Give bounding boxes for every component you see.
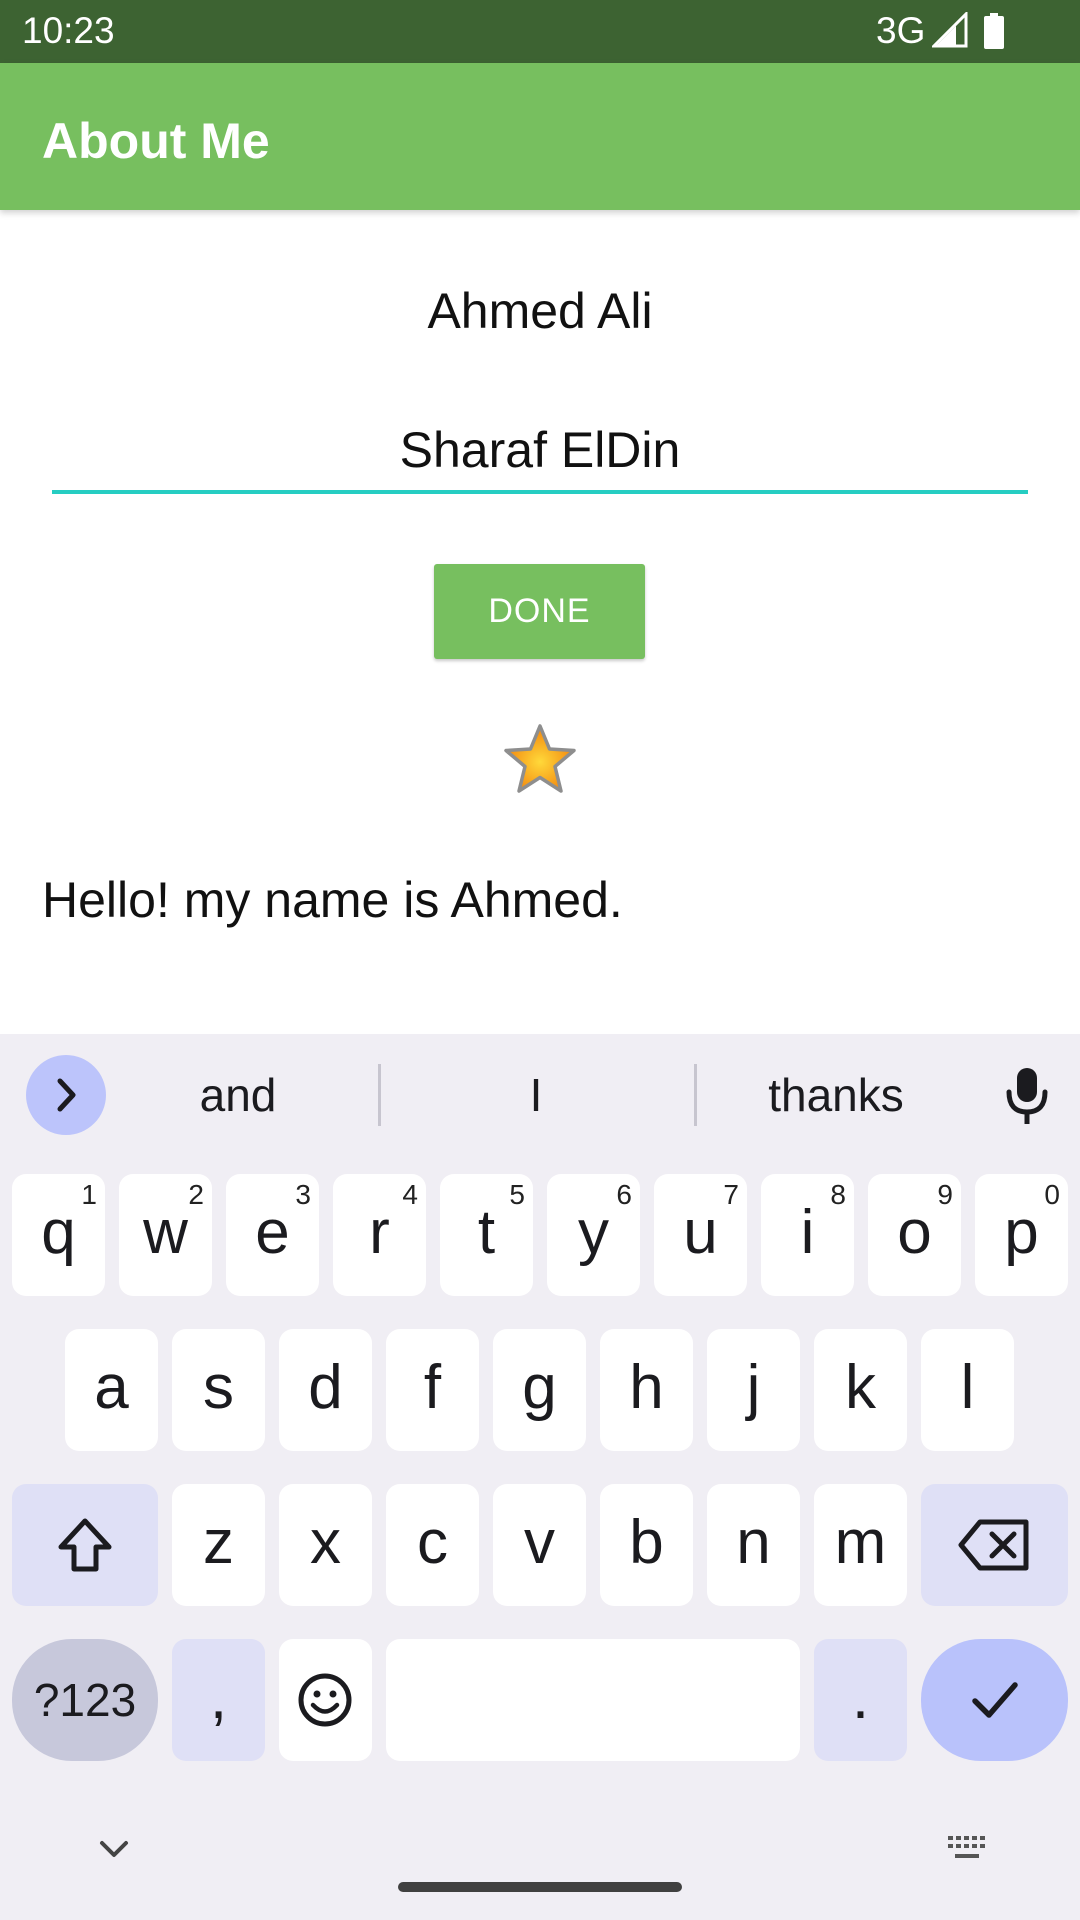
backspace-key[interactable] — [921, 1484, 1068, 1606]
key-n[interactable]: n — [707, 1484, 800, 1606]
key-d[interactable]: d — [279, 1329, 372, 1451]
key-g[interactable]: g — [493, 1329, 586, 1451]
key-q[interactable]: q1 — [12, 1174, 105, 1296]
star-icon — [504, 724, 576, 793]
key-s[interactable]: s — [172, 1329, 265, 1451]
key-e[interactable]: e3 — [226, 1174, 319, 1296]
emoji-key[interactable] — [279, 1639, 372, 1761]
key-l[interactable]: l — [921, 1329, 1014, 1451]
suggestion-3[interactable]: thanks — [712, 1064, 960, 1126]
key-b[interactable]: b — [600, 1484, 693, 1606]
battery-icon — [984, 13, 1004, 49]
key-f[interactable]: f — [386, 1329, 479, 1451]
key-j[interactable]: j — [707, 1329, 800, 1451]
shift-key[interactable] — [12, 1484, 158, 1606]
key-c[interactable]: c — [386, 1484, 479, 1606]
name-text: Ahmed Ali — [427, 283, 653, 339]
suggestions-expand-button[interactable] — [26, 1055, 106, 1135]
comma-key[interactable]: , — [172, 1639, 265, 1761]
app-title: About Me — [42, 113, 270, 169]
key-h[interactable]: h — [600, 1329, 693, 1451]
shift-icon — [58, 1518, 112, 1572]
enter-key[interactable] — [921, 1639, 1068, 1761]
key-w[interactable]: w2 — [119, 1174, 212, 1296]
status-time: 10:23 — [22, 10, 115, 51]
period-key[interactable]: . — [814, 1639, 907, 1761]
chevron-right-icon — [57, 1078, 76, 1112]
navigation-handle[interactable] — [398, 1882, 682, 1892]
key-m[interactable]: m — [814, 1484, 907, 1606]
backspace-icon — [958, 1519, 1029, 1571]
symbols-key[interactable]: ?123 — [12, 1639, 158, 1761]
done-button[interactable]: DONE — [434, 564, 645, 659]
key-k[interactable]: k — [814, 1329, 907, 1451]
key-p[interactable]: p0 — [975, 1174, 1068, 1296]
cell-signal-icon — [932, 12, 968, 48]
space-key[interactable] — [386, 1639, 800, 1761]
app-bar: About Me — [0, 63, 1080, 210]
soft-keyboard: and I thanks q1 w2 e3 r4 t5 y6 u7 i8 o9 … — [0, 1034, 1080, 1920]
suggestion-2[interactable]: I — [400, 1064, 672, 1126]
suggestion-1[interactable]: and — [116, 1064, 360, 1126]
key-a[interactable]: a — [65, 1329, 158, 1451]
key-x[interactable]: x — [279, 1484, 372, 1606]
nickname-input[interactable] — [52, 410, 1028, 494]
suggestion-divider — [694, 1064, 697, 1126]
key-t[interactable]: t5 — [440, 1174, 533, 1296]
network-type: 3G — [876, 10, 926, 51]
key-z[interactable]: z — [172, 1484, 265, 1606]
key-o[interactable]: o9 — [868, 1174, 961, 1296]
key-y[interactable]: y6 — [547, 1174, 640, 1296]
key-r[interactable]: r4 — [333, 1174, 426, 1296]
chevron-down-icon[interactable] — [94, 1834, 134, 1864]
checkmark-icon — [972, 1682, 1018, 1718]
key-v[interactable]: v — [493, 1484, 586, 1606]
key-i[interactable]: i8 — [761, 1174, 854, 1296]
bio-text: Hello! my name is Ahmed. — [42, 872, 623, 928]
keyboard-icon[interactable] — [946, 1834, 990, 1864]
microphone-icon[interactable] — [1004, 1066, 1050, 1126]
emoji-icon — [298, 1673, 352, 1727]
suggestion-divider — [378, 1064, 381, 1126]
key-u[interactable]: u7 — [654, 1174, 747, 1296]
status-bar: 10:23 3G — [0, 0, 1080, 63]
